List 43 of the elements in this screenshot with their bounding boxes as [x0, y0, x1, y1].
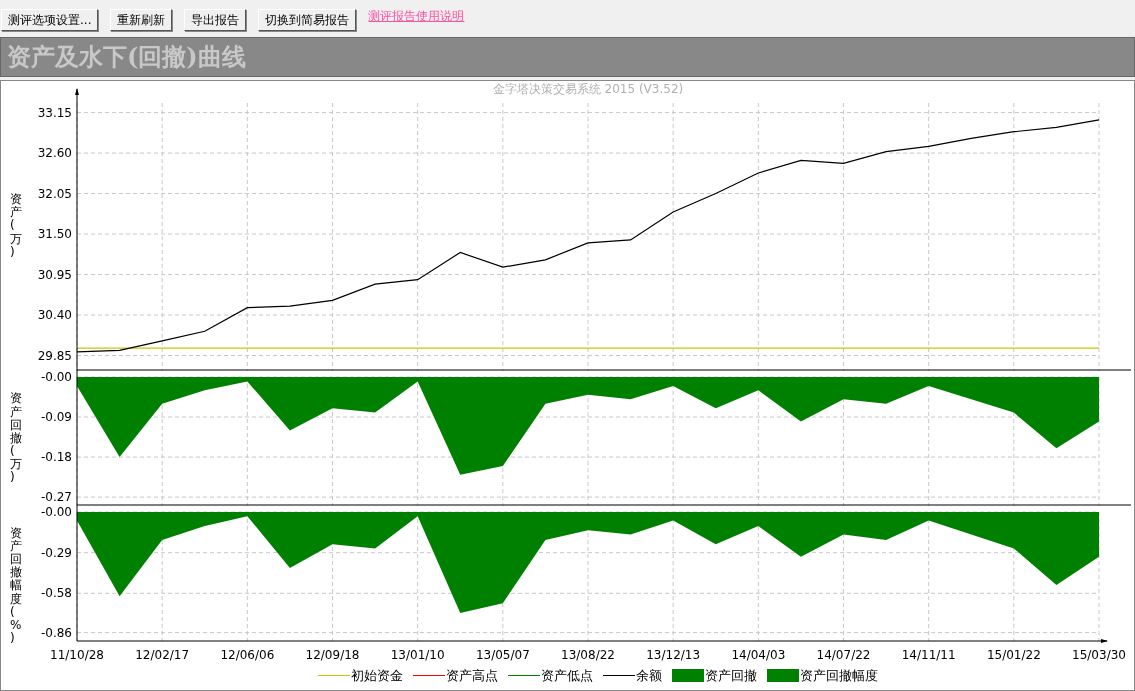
y-tick-label: -0.09 — [40, 410, 72, 425]
y-tick-label: -0.00 — [40, 371, 72, 384]
legend-label: 资产高点 — [445, 667, 498, 685]
y-tick-label: 29.85 — [37, 348, 72, 363]
legend-label: 初始资金 — [350, 667, 403, 685]
chart-title: 金字塔决策交易系统 2015 (V3.52) — [492, 82, 684, 96]
x-tick-label: 12/02/17 — [135, 648, 190, 662]
y-tick-label: -0.18 — [40, 450, 72, 465]
toolbar-button[interactable]: 切换到简易报告 — [258, 9, 357, 31]
y-axis-title: 资产(万) — [9, 191, 23, 261]
y-tick-label: 31.50 — [37, 227, 72, 242]
x-tick-label: 14/04/03 — [731, 648, 786, 662]
legend-label: 资产回撤 — [704, 667, 757, 685]
y-tick-label: -0.00 — [40, 506, 72, 519]
y-tick-label: 30.40 — [37, 308, 72, 323]
x-tick-label: 14/07/22 — [816, 648, 871, 662]
x-tick-label: 12/09/18 — [305, 648, 360, 662]
y-tick-label: 32.05 — [37, 186, 72, 201]
y-tick-label: 30.95 — [37, 267, 72, 282]
toolbar-button[interactable]: 重新刷新 — [110, 9, 173, 31]
legend-label: 资产低点 — [540, 667, 593, 685]
y-axis-title: 资产回撤(万) — [9, 390, 23, 487]
x-tick-label: 14/11/11 — [901, 648, 956, 662]
legend-label: 资产回撤幅度 — [799, 667, 878, 685]
x-tick-label: 15/03/30 — [1072, 648, 1126, 662]
y-tick-label: 33.15 — [37, 105, 72, 120]
x-tick-label: 15/01/22 — [986, 648, 1041, 662]
legend-label: 余额 — [635, 667, 662, 685]
x-tick-label: 13/12/13 — [646, 648, 701, 662]
x-tick-label: 12/06/06 — [220, 648, 275, 662]
x-tick-label: 13/05/07 — [475, 648, 530, 662]
y-tick-label: -0.27 — [40, 490, 72, 505]
y-axis-title: 资产回撤幅度(%) — [9, 524, 23, 648]
y-tick-label: -0.29 — [40, 545, 72, 560]
x-tick-label: 11/10/28 — [50, 648, 104, 662]
y-tick-label: -0.58 — [40, 586, 72, 601]
y-tick-label: 32.60 — [37, 146, 72, 161]
toolbar-button[interactable]: 导出报告 — [184, 9, 247, 31]
y-tick-label: -0.86 — [40, 625, 72, 640]
toolbar-button[interactable]: 测评选项设置... — [1, 9, 99, 31]
x-tick-label: 13/01/10 — [390, 648, 445, 662]
x-tick-label: 13/08/22 — [561, 648, 615, 662]
section-header: 资产及水下(回撤)曲线 — [0, 37, 1135, 77]
